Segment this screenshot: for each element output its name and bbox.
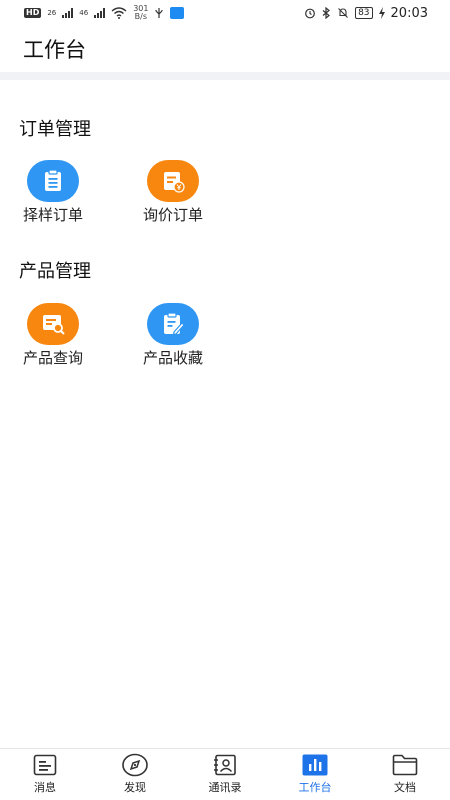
tab-documents[interactable]: 文档 bbox=[360, 749, 450, 800]
clock-time: 20:03 bbox=[390, 5, 428, 21]
network-speed-unit: B/s bbox=[134, 12, 147, 21]
section-title-order-management: 订单管理 bbox=[19, 119, 91, 140]
status-bar: HD 26 46 301 B/s 83 20:03 bbox=[0, 0, 450, 26]
section-title-product-management: 产品管理 bbox=[19, 261, 91, 282]
tab-workbench[interactable]: 工作台 bbox=[270, 749, 360, 800]
inquiry-order-item[interactable]: 询价订单 bbox=[123, 160, 223, 225]
workbench-chart-icon bbox=[302, 753, 328, 777]
hd-voice-icon: HD bbox=[24, 8, 42, 18]
usb-icon bbox=[155, 8, 164, 18]
battery-icon: 83 bbox=[355, 7, 373, 19]
signal-strength-icon-2 bbox=[94, 8, 106, 18]
page-header: 工作台 bbox=[0, 26, 450, 72]
sample-order-icon-bg bbox=[27, 160, 79, 202]
network-type-1: 26 bbox=[47, 9, 57, 17]
price-document-icon bbox=[164, 172, 185, 193]
message-list-icon bbox=[32, 753, 58, 777]
contacts-book-icon bbox=[212, 753, 238, 777]
alarm-icon bbox=[305, 8, 315, 19]
tab-documents-label: 文档 bbox=[394, 781, 416, 794]
tab-discover-label: 发现 bbox=[124, 781, 146, 794]
document-search-icon bbox=[43, 315, 65, 335]
product-search-icon-bg bbox=[27, 303, 79, 345]
page-title: 工作台 bbox=[23, 38, 86, 62]
product-search-item[interactable]: 产品查询 bbox=[3, 303, 103, 368]
folder-icon bbox=[392, 753, 418, 777]
sample-order-item[interactable]: 择样订单 bbox=[3, 160, 103, 225]
compass-icon bbox=[122, 753, 148, 777]
tab-contacts[interactable]: 通讯录 bbox=[180, 749, 270, 800]
product-favorites-item[interactable]: 产品收藏 bbox=[123, 303, 223, 368]
tab-discover[interactable]: 发现 bbox=[90, 749, 180, 800]
bottom-tab-bar: 消息 发现 通讯录 工作台 文档 bbox=[0, 748, 450, 800]
signal-strength-icon bbox=[62, 8, 74, 18]
clipboard-list-icon bbox=[45, 169, 61, 191]
inquiry-order-icon-bg bbox=[147, 160, 199, 202]
clipboard-edit-icon bbox=[164, 312, 185, 336]
product-favorites-label: 产品收藏 bbox=[142, 349, 203, 367]
mute-bell-icon bbox=[338, 8, 348, 18]
network-speed: 301 B/s bbox=[133, 5, 148, 21]
wifi-icon bbox=[111, 7, 127, 19]
inquiry-order-label: 询价订单 bbox=[142, 206, 203, 224]
tab-messages-label: 消息 bbox=[34, 781, 56, 794]
app-notification-icon bbox=[170, 7, 185, 19]
product-search-label: 产品查询 bbox=[22, 349, 83, 367]
bluetooth-icon bbox=[322, 7, 331, 19]
charging-icon bbox=[378, 7, 385, 19]
header-divider bbox=[0, 72, 450, 80]
sample-order-label: 择样订单 bbox=[22, 206, 83, 224]
status-bar-left: HD 26 46 301 B/s bbox=[24, 5, 185, 21]
status-bar-right: 83 20:03 bbox=[304, 6, 428, 21]
tab-contacts-label: 通讯录 bbox=[208, 781, 242, 794]
network-type-2: 46 bbox=[79, 9, 89, 17]
product-favorites-icon-bg bbox=[147, 303, 199, 345]
tab-messages[interactable]: 消息 bbox=[0, 749, 90, 800]
tab-workbench-label: 工作台 bbox=[298, 781, 332, 794]
